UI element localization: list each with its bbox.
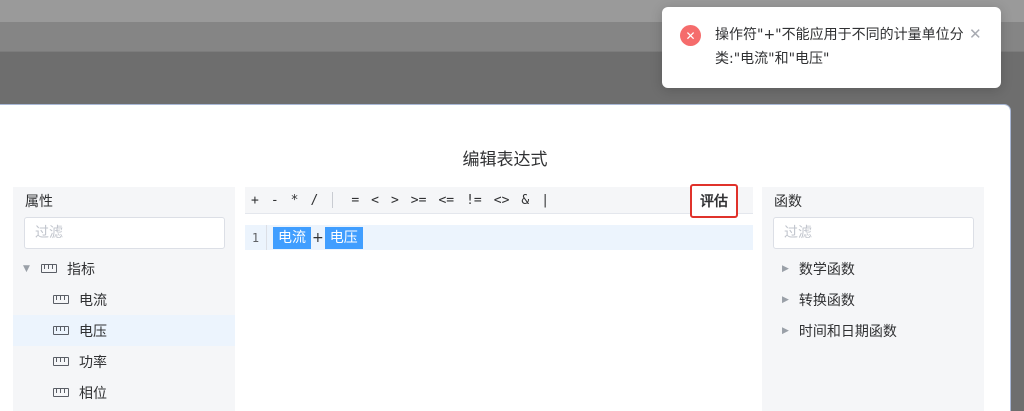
functions-header: 函数	[774, 194, 802, 210]
operator-greater-equal-button[interactable]: >=	[405, 193, 433, 208]
function-group-label: 数学函数	[798, 261, 855, 278]
tree-node-label: 功率	[79, 354, 107, 371]
error-toast: ✕ 操作符"+"不能应用于不同的计量单位分类:"电流"和"电压" ✕	[662, 7, 1001, 88]
attributes-filter-input[interactable]	[24, 217, 225, 249]
operator-or-button[interactable]: |	[535, 193, 555, 208]
tree-node-metrics[interactable]: ▼ 指标	[13, 253, 235, 284]
dialog-title: 编辑表达式	[462, 150, 548, 170]
operator-equal-button[interactable]: =	[345, 193, 365, 208]
function-group-math[interactable]: ▶ 数学函数	[762, 253, 984, 284]
operator-minus-button[interactable]: -	[265, 193, 285, 208]
ruler-icon	[53, 388, 69, 397]
operator-plus-button[interactable]: +	[245, 193, 265, 208]
tree-node-power[interactable]: 功率	[13, 346, 235, 377]
ruler-icon	[41, 264, 57, 273]
functions-filter-input[interactable]	[773, 217, 974, 249]
expression-token[interactable]: 电流	[273, 226, 311, 249]
operator-divide-button[interactable]: /	[304, 193, 324, 208]
evaluate-button[interactable]: 评估	[690, 184, 738, 218]
error-circle-icon: ✕	[680, 25, 701, 46]
tree-node-current[interactable]: 电流	[13, 284, 235, 315]
operator-multiply-button[interactable]: *	[285, 193, 305, 208]
operator-toolbar: + - * / = < > >= <= != <> & | 评估	[245, 184, 753, 218]
attributes-panel: 属性 ▼ 指标 电流 电压 功率 相位	[13, 187, 235, 411]
function-group-label: 转换函数	[798, 292, 855, 309]
expression-token[interactable]: 电压	[324, 226, 363, 249]
tree-node-phase[interactable]: 相位	[13, 377, 235, 408]
close-icon[interactable]: ✕	[969, 25, 982, 43]
toast-message: 操作符"+"不能应用于不同的计量单位分类:"电流"和"电压"	[715, 27, 964, 67]
function-group-label: 时间和日期函数	[798, 323, 897, 340]
line-number: 1	[245, 225, 267, 250]
attributes-header: 属性	[25, 194, 53, 210]
edit-expression-dialog: 编辑表达式 属性 ▼ 指标 电流 电压 功率	[0, 105, 1010, 411]
caret-down-icon[interactable]: ▼	[23, 264, 33, 274]
tree-node-label: 相位	[79, 385, 107, 402]
functions-panel: 函数 ▶ 数学函数 ▶ 转换函数 ▶ 时间和日期函数	[762, 187, 984, 411]
function-group-datetime[interactable]: ▶ 时间和日期函数	[762, 315, 984, 346]
operator-less-equal-button[interactable]: <=	[432, 193, 460, 208]
ruler-icon	[53, 357, 69, 366]
toolbar-divider	[332, 192, 334, 208]
function-group-conversion[interactable]: ▶ 转换函数	[762, 284, 984, 315]
tree-node-label: 电流	[79, 292, 107, 309]
caret-right-icon[interactable]: ▶	[782, 295, 789, 305]
ruler-icon	[53, 326, 69, 335]
expression-operator: +	[312, 229, 324, 246]
tree-node-voltage[interactable]: 电压	[13, 315, 235, 346]
functions-tree: ▶ 数学函数 ▶ 转换函数 ▶ 时间和日期函数	[762, 253, 984, 346]
tree-node-label: 电压	[79, 323, 107, 340]
expression-editor-panel: + - * / = < > >= <= != <> & | 评估 1 电流 + …	[245, 184, 753, 411]
operator-and-button[interactable]: &	[515, 193, 535, 208]
tree-node-label: 指标	[67, 261, 95, 278]
attributes-tree: ▼ 指标 电流 电压 功率 相位	[13, 253, 235, 408]
operator-diamond-button[interactable]: <>	[488, 193, 516, 208]
editor-line[interactable]: 1 电流 + 电压	[245, 225, 753, 250]
operator-greater-button[interactable]: >	[385, 193, 405, 208]
caret-right-icon[interactable]: ▶	[782, 264, 789, 274]
operator-not-equal-button[interactable]: !=	[460, 193, 488, 208]
operator-less-button[interactable]: <	[365, 193, 385, 208]
ruler-icon	[53, 295, 69, 304]
caret-right-icon[interactable]: ▶	[782, 326, 789, 336]
